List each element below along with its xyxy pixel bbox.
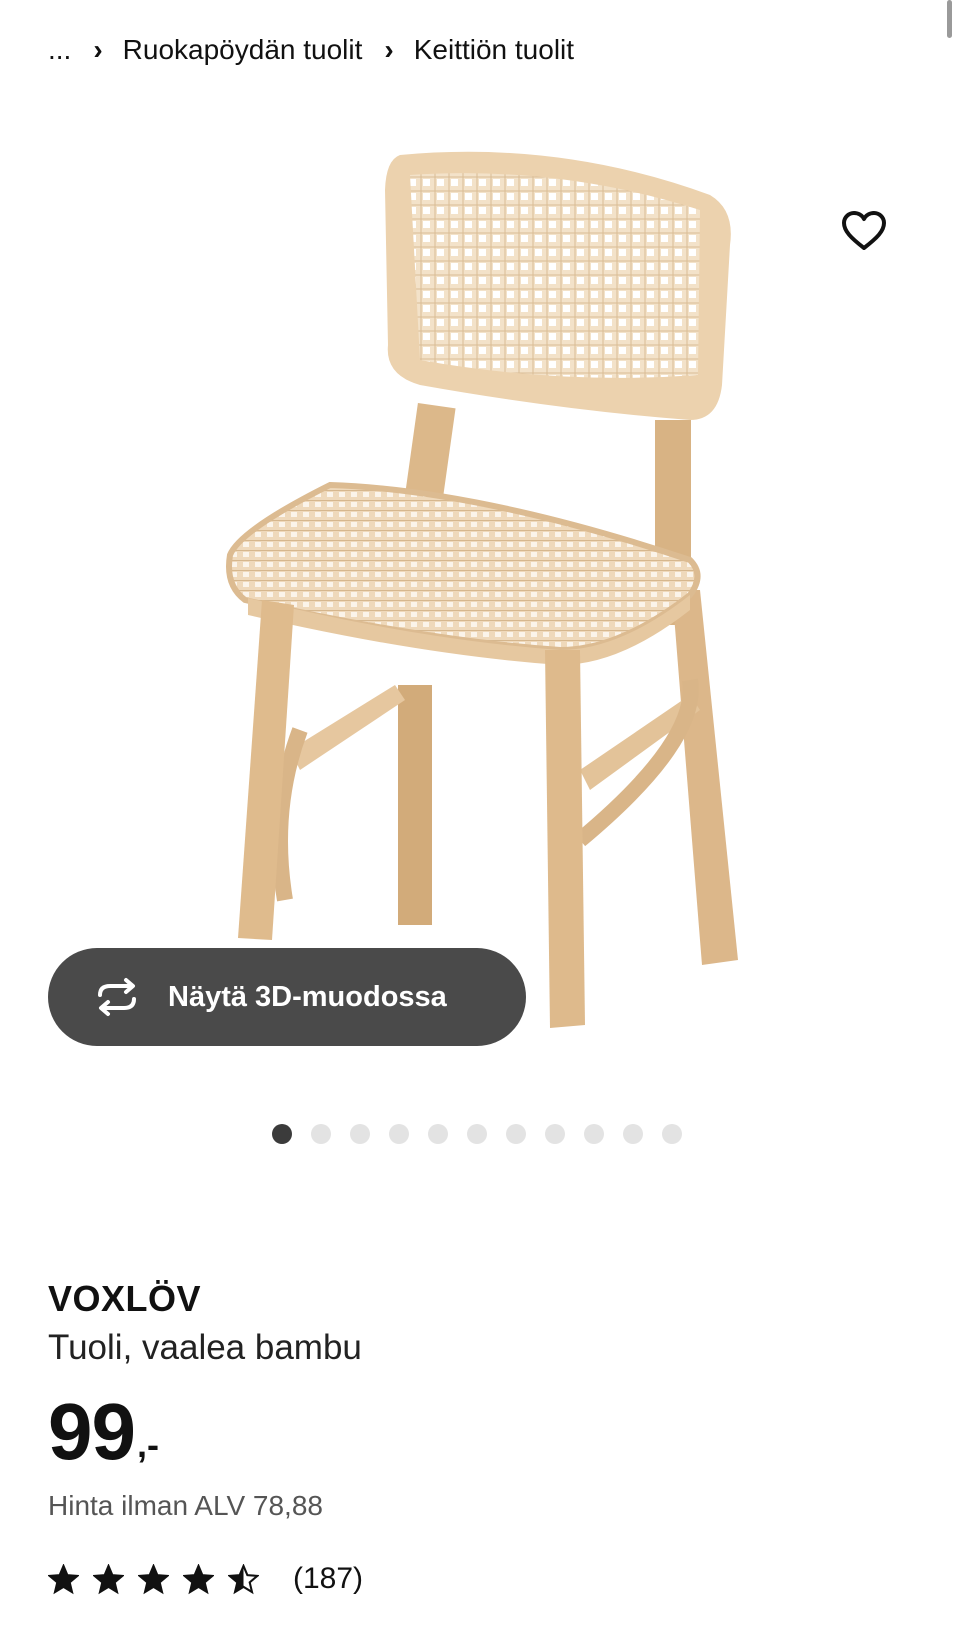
price-without-vat: Hinta ilman ALV 78,88 — [48, 1490, 323, 1521]
pagination-dot[interactable] — [311, 1124, 331, 1144]
pagination-dot[interactable] — [506, 1124, 526, 1144]
price-suffix: ,- — [136, 1424, 159, 1465]
chevron-right-icon: › — [384, 34, 394, 65]
pagination-dot[interactable] — [623, 1124, 643, 1144]
star-icon — [48, 1563, 79, 1594]
pagination-dot[interactable] — [545, 1124, 565, 1144]
scroll-indicator[interactable] — [947, 0, 952, 38]
pagination-dot[interactable] — [389, 1124, 409, 1144]
breadcrumb-dining-chairs[interactable]: Ruokapöydän tuolit — [123, 34, 363, 66]
rating-stars — [48, 1563, 259, 1595]
pagination-dot[interactable] — [428, 1124, 448, 1144]
pagination-dot[interactable] — [467, 1124, 487, 1144]
breadcrumb-ellipsis[interactable]: ... — [48, 34, 71, 66]
rotate-3d-icon — [92, 977, 142, 1017]
pagination-dot[interactable] — [350, 1124, 370, 1144]
pagination-dot[interactable] — [584, 1124, 604, 1144]
image-pagination — [272, 1124, 682, 1144]
star-icon — [138, 1563, 169, 1594]
pagination-dot[interactable] — [272, 1124, 292, 1144]
review-count: (187) — [293, 1562, 364, 1595]
product-page: ... › Ruokapöydän tuolit › Keittiön tuol… — [0, 0, 960, 1648]
star-icon — [183, 1563, 214, 1594]
price: 99 ,- — [48, 1392, 159, 1472]
star-icon — [93, 1563, 124, 1594]
heart-icon — [842, 211, 886, 250]
breadcrumb-kitchen-chairs[interactable]: Keittiön tuolit — [414, 34, 574, 66]
product-description: Tuoli, vaalea bambu — [48, 1328, 362, 1367]
chevron-right-icon: › — [93, 34, 103, 65]
product-name: VOXLÖV — [48, 1278, 202, 1319]
view-3d-button[interactable]: Näytä 3D-muodossa — [48, 948, 526, 1046]
favorite-button[interactable] — [828, 195, 900, 267]
price-value: 99 — [48, 1387, 136, 1476]
view-3d-label: Näytä 3D-muodossa — [168, 980, 447, 1013]
breadcrumb: ... › Ruokapöydän tuolit › Keittiön tuol… — [48, 34, 574, 66]
rating[interactable]: (187) — [48, 1562, 363, 1596]
star-icon — [228, 1563, 259, 1594]
pagination-dot[interactable] — [662, 1124, 682, 1144]
